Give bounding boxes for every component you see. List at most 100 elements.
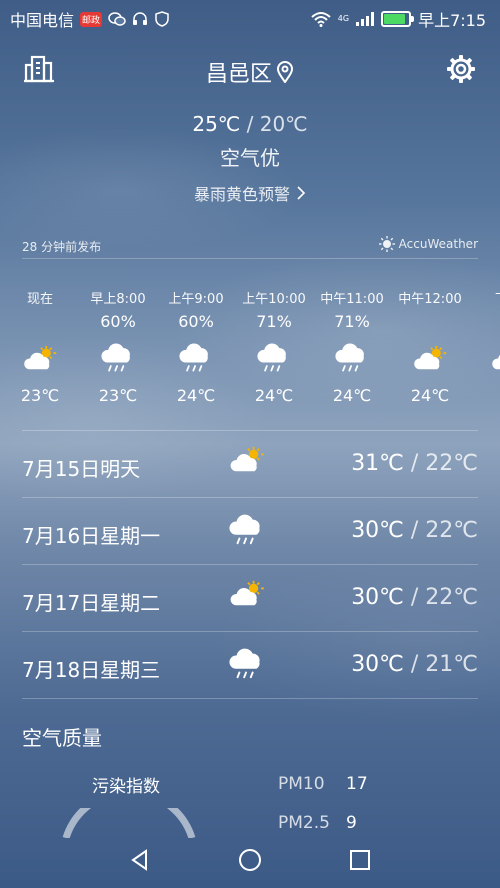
hour-time: 现在 (26, 292, 53, 307)
air-quality-summary[interactable]: 空气优 (0, 142, 500, 171)
temp-separator: / (403, 652, 426, 677)
city-title[interactable]: 昌邑区 (0, 56, 500, 88)
day-low: 22℃ (425, 451, 478, 476)
hour-temperature: 24℃ (176, 386, 216, 405)
hour-time: 上午9:00 (168, 292, 224, 307)
today-summary: 25℃ / 20℃ 空气优 暴雨黄色预警 (0, 112, 500, 205)
hour-temperature: 24℃ (410, 386, 450, 405)
pm10-row: PM10 17 (278, 774, 368, 794)
home-circle-icon (239, 849, 261, 871)
navigation-bar (0, 832, 500, 888)
pollution-index-label: 污染指数 (92, 777, 160, 797)
day-temperature-range: 30℃ / 22℃ (351, 518, 478, 543)
daily-row[interactable]: 7月17日星期二 30℃ / 22℃ (22, 564, 478, 631)
hourly-item: 上午10:00 71% 24℃ (235, 288, 313, 405)
signal-icon (356, 12, 375, 26)
notification-badge: 邮政 (80, 11, 103, 27)
day-temperature-range: 30℃ / 21℃ (351, 652, 478, 677)
partly-cloudy-icon (228, 445, 272, 483)
hour-temperature: 24℃ (332, 386, 372, 405)
shield-icon (154, 11, 170, 27)
day-temperature-range: 30℃ / 22℃ (351, 585, 478, 610)
provider-name: AccuWeather (398, 237, 478, 251)
hourly-item: 早上8:00 60% 23℃ (79, 288, 157, 405)
day-label: 7月18日星期三 (22, 658, 161, 682)
sun-logo-icon (378, 236, 395, 252)
daily-row[interactable]: 7月18日星期三 30℃ / 21℃ (22, 631, 478, 699)
rain-cloud-icon (228, 646, 272, 684)
temp-separator: / (403, 451, 426, 476)
back-button[interactable] (124, 844, 156, 876)
city-name: 昌邑区 (205, 62, 272, 87)
home-button[interactable] (234, 844, 266, 876)
hourly-item: 上午9:00 60% 24℃ (157, 288, 235, 405)
rain-cloud-icon (313, 338, 391, 378)
chevron-right-icon (297, 186, 306, 200)
temp-separator: / (403, 585, 426, 610)
day-temperature-range: 31℃ / 22℃ (351, 451, 478, 476)
day-low: 22℃ (425, 585, 478, 610)
hour-time: 中午12:00 (398, 292, 462, 307)
status-bar: 中国电信 邮政 4G 早上7:15 (0, 0, 500, 34)
hour-temperature: 2 (469, 386, 500, 405)
battery-icon (381, 11, 415, 27)
day-low: 21℃ (425, 652, 478, 677)
pm25-value: 9 (346, 813, 357, 833)
precip-probability (469, 312, 500, 336)
day-high: 30℃ (351, 518, 404, 543)
clock: 早上7:15 (418, 11, 486, 30)
partly-cloudy-icon (469, 338, 500, 378)
pm10-value: 17 (346, 774, 368, 794)
precip-probability: 60% (178, 312, 214, 331)
hour-time: 早上8:00 (90, 292, 146, 307)
hour-time: 上午10:00 (242, 292, 306, 307)
rain-cloud-icon (235, 338, 313, 378)
daily-row[interactable]: 7月15日明天 31℃ / 22℃ (22, 430, 478, 497)
publish-info: 28 分钟前发布 AccuWeather (22, 236, 478, 259)
network-type: 4G (337, 14, 350, 23)
provider-link[interactable]: AccuWeather (378, 236, 478, 252)
hourly-forecast[interactable]: 现在 23℃ 早上8:00 60% 23℃ 上午9:00 60% 24℃ 上午10:00 71% 2… (0, 288, 500, 418)
gear-icon (447, 55, 475, 83)
day-high: 30℃ (351, 585, 404, 610)
pm25-row: PM2.5 9 (278, 813, 357, 833)
day-label: 7月15日明天 (22, 457, 141, 481)
back-triangle-icon (131, 849, 147, 871)
hourly-item: 中午12:00 24℃ (391, 288, 469, 405)
pm25-label: PM2.5 (278, 813, 330, 833)
alert-text: 暴雨黄色预警 (193, 185, 290, 204)
precip-probability (1, 312, 79, 336)
pm10-label: PM10 (278, 774, 325, 794)
day-low: 22℃ (425, 518, 478, 543)
hour-temperature: 23℃ (20, 386, 60, 405)
today-low: 20℃ (259, 112, 308, 136)
hour-temperature: 24℃ (254, 386, 294, 405)
hour-temperature: 23℃ (98, 386, 138, 405)
location-pin-icon (276, 61, 294, 83)
settings-button[interactable] (444, 52, 478, 86)
hour-time: 中午11:00 (320, 292, 384, 307)
publish-time: 28 分钟前发布 (22, 240, 102, 254)
precip-probability (391, 312, 469, 336)
precip-probability: 71% (334, 312, 370, 331)
top-bar: 昌邑区 (0, 48, 500, 92)
temp-separator: / (240, 112, 260, 136)
rain-cloud-icon (157, 338, 235, 378)
today-high: 25℃ (192, 112, 241, 136)
headset-icon (132, 11, 148, 27)
recents-square-icon (350, 850, 370, 870)
precip-probability: 71% (256, 312, 292, 331)
recents-button[interactable] (344, 844, 376, 876)
day-label: 7月17日星期二 (22, 591, 161, 615)
weather-alert-link[interactable]: 暴雨黄色预警 (0, 181, 500, 205)
partly-cloudy-icon (391, 338, 469, 378)
hourly-item: 中午11:00 71% 24℃ (313, 288, 391, 405)
hourly-item: 现在 23℃ (1, 288, 79, 405)
precip-probability: 60% (100, 312, 136, 331)
hour-time: 下午 (469, 288, 500, 307)
wechat-icon (108, 12, 126, 26)
daily-row[interactable]: 7月16日星期一 30℃ / 22℃ (22, 497, 478, 564)
wifi-icon (311, 11, 331, 27)
day-high: 31℃ (351, 451, 404, 476)
partly-cloudy-icon (228, 579, 272, 617)
